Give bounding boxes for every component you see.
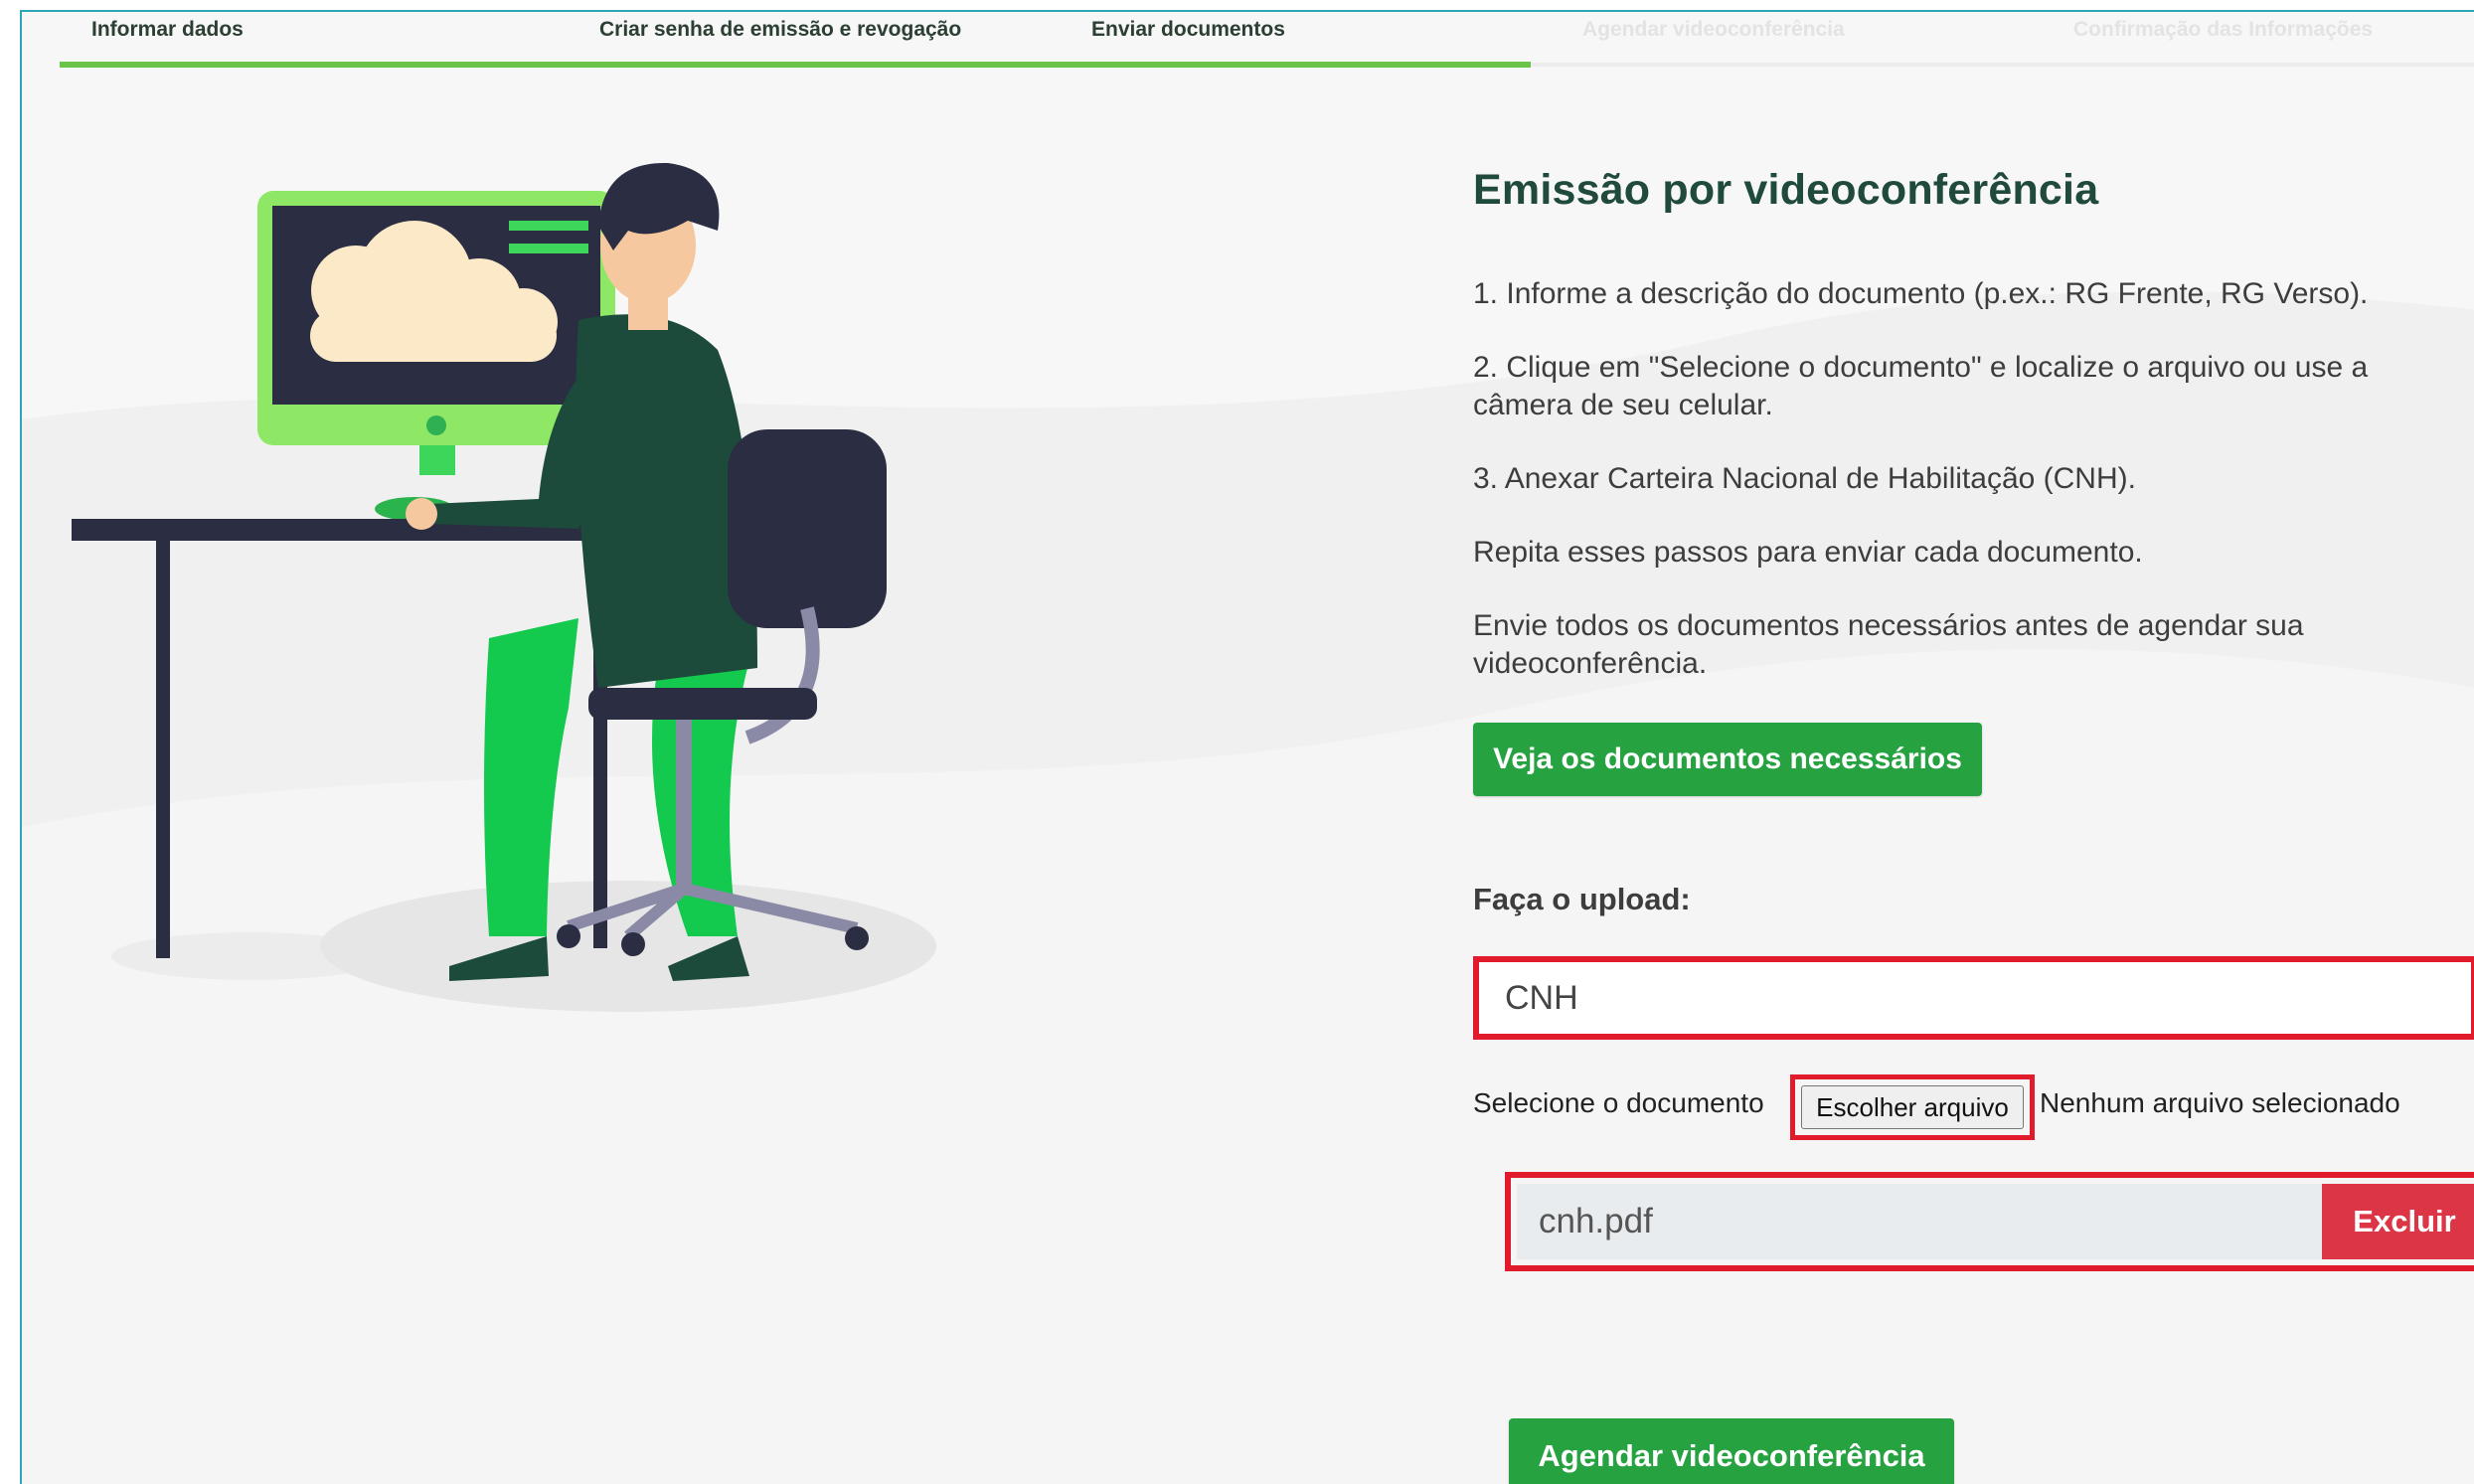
select-document-label: Selecione o documento <box>1473 1087 1764 1118</box>
step-informar-dados[interactable]: Informar dados <box>91 18 244 42</box>
page-frame: Informar dados Criar senha de emissão e … <box>20 10 2474 1484</box>
step-enviar-documentos[interactable]: Enviar documentos <box>1091 18 1285 42</box>
choose-file-highlight: Escolher arquivo <box>1790 1074 2035 1140</box>
required-documents-button[interactable]: Veja os documentos necessários <box>1473 723 1982 796</box>
person-at-computer-illustration <box>72 162 936 1012</box>
main-content: Emissão por videoconferência 1. Informe … <box>1473 166 2474 1484</box>
step-confirmacao: Confirmação das Informações <box>2073 18 2374 41</box>
instruction-1: 1. Informe a descrição do documento (p.e… <box>1473 277 2369 310</box>
page-title: Emissão por videoconferência <box>1473 166 2099 214</box>
step-criar-senha[interactable]: Criar senha de emissão e revogação <box>599 18 961 42</box>
schedule-videoconference-button[interactable]: Agendar videoconferência <box>1509 1418 1954 1484</box>
document-description-highlight <box>1473 956 2474 1040</box>
instruction-3: 3. Anexar Carteira Nacional de Habilitaç… <box>1473 462 2136 495</box>
instruction-2: 2. Clique em "Selecione o documento" e l… <box>1473 351 2369 421</box>
progress-stepper: Informar dados Criar senha de emissão e … <box>60 12 2474 68</box>
upload-label: Faça o upload: <box>1473 882 1691 916</box>
instruction-repeat: Repita esses passos para enviar cada doc… <box>1473 536 2143 569</box>
progress-bar-completed <box>60 62 1531 68</box>
no-file-selected-text: Nenhum arquivo selecionado <box>2040 1087 2400 1118</box>
document-description-input[interactable] <box>1485 968 2465 1028</box>
delete-file-button[interactable]: Excluir <box>2322 1184 2474 1259</box>
progress-bar-remaining <box>1531 63 2474 67</box>
uploaded-file-row: Excluir <box>1505 1172 2474 1271</box>
uploaded-file-name <box>1517 1184 2322 1259</box>
choose-file-button[interactable]: Escolher arquivo <box>1801 1085 2024 1129</box>
step-agendar-videoconferencia: Agendar videoconferência <box>1582 18 1845 41</box>
instruction-send-all: Envie todos os documentos necessários an… <box>1473 609 2304 680</box>
